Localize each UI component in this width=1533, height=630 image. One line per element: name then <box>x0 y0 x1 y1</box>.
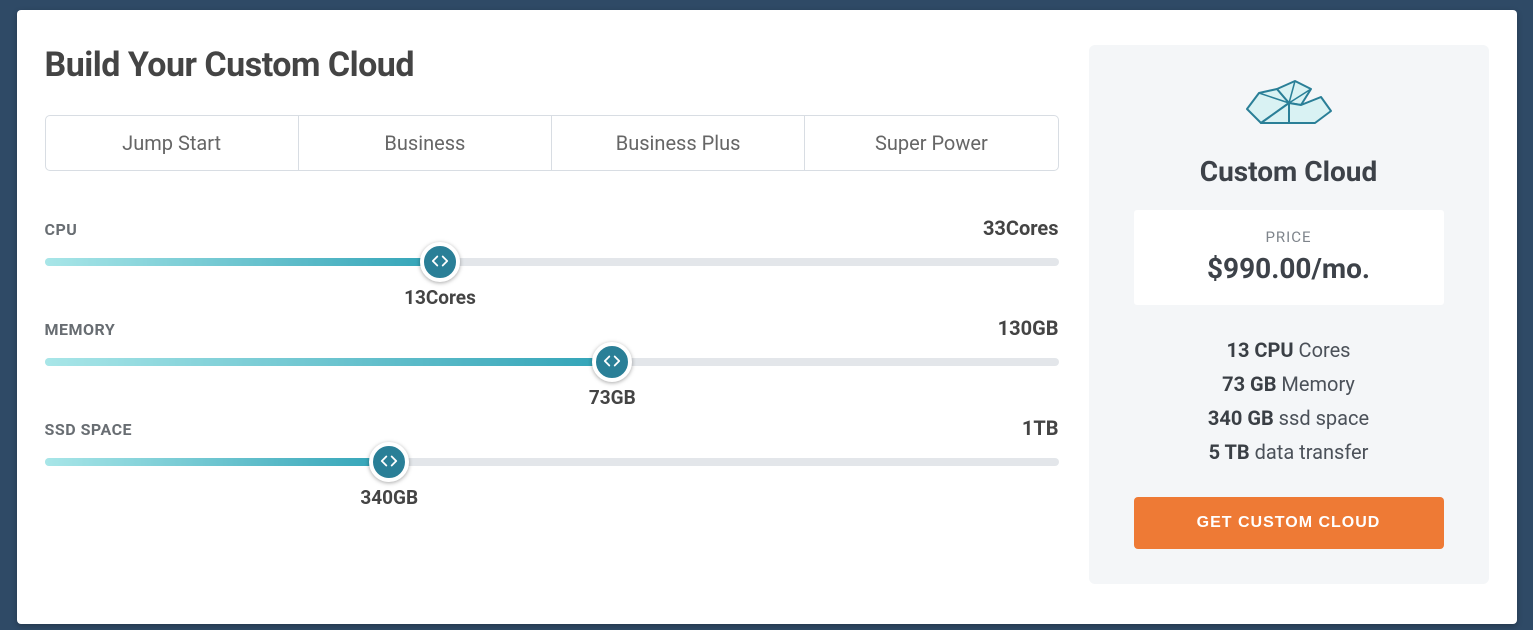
slider-ssd: SSD SPACE 1TB 340GB <box>45 416 1059 466</box>
slider-handle-icon <box>431 253 449 272</box>
price-label: PRICE <box>1144 228 1434 246</box>
slider-ssd-max: 1TB <box>1022 416 1059 440</box>
slider-cpu-fill <box>45 258 440 266</box>
slider-memory: MEMORY 130GB 73GB <box>45 316 1059 366</box>
tab-business[interactable]: Business <box>299 115 552 171</box>
slider-ssd-track[interactable] <box>45 458 1059 466</box>
get-custom-cloud-button[interactable]: GET CUSTOM CLOUD <box>1134 497 1444 549</box>
price-box: PRICE $990.00/mo. <box>1134 210 1444 305</box>
page-title: Build Your Custom Cloud <box>45 45 1059 85</box>
tab-super-power[interactable]: Super Power <box>805 115 1058 171</box>
tab-business-plus[interactable]: Business Plus <box>552 115 805 171</box>
summary-panel: Custom Cloud PRICE $990.00/mo. 13 CPU Co… <box>1089 45 1489 584</box>
slider-ssd-thumb[interactable] <box>369 442 409 482</box>
slider-cpu-label: CPU <box>45 220 78 239</box>
preset-tabs: Jump Start Business Business Plus Super … <box>45 115 1059 171</box>
slider-memory-track[interactable] <box>45 358 1059 366</box>
slider-ssd-value: 340GB <box>360 486 418 509</box>
spec-transfer: 5 TB data transfer <box>1208 435 1369 469</box>
slider-ssd-fill <box>45 458 390 466</box>
configurator-panel: Build Your Custom Cloud Jump Start Busin… <box>45 45 1059 584</box>
slider-cpu-max: 33Cores <box>983 216 1059 240</box>
slider-cpu-track[interactable] <box>45 258 1059 266</box>
spec-list: 13 CPU Cores 73 GB Memory 340 GB ssd spa… <box>1208 333 1369 469</box>
slider-handle-icon <box>380 453 398 472</box>
cloud-builder-card: Build Your Custom Cloud Jump Start Busin… <box>17 10 1517 624</box>
slider-cpu: CPU 33Cores 13Cores <box>45 216 1059 266</box>
sliders-group: CPU 33Cores 13Cores <box>45 216 1059 466</box>
spec-memory: 73 GB Memory <box>1208 367 1369 401</box>
slider-ssd-label: SSD SPACE <box>45 420 133 439</box>
spec-ssd: 340 GB ssd space <box>1208 401 1369 435</box>
slider-memory-label: MEMORY <box>45 320 116 339</box>
price-value: $990.00/mo. <box>1144 252 1434 285</box>
summary-title: Custom Cloud <box>1200 155 1378 188</box>
slider-handle-icon <box>603 353 621 372</box>
slider-memory-fill <box>45 358 613 366</box>
slider-cpu-thumb[interactable] <box>420 242 460 282</box>
slider-memory-thumb[interactable] <box>592 342 632 382</box>
slider-memory-max: 130GB <box>998 316 1059 340</box>
tab-jump-start[interactable]: Jump Start <box>45 115 299 171</box>
cloud-crystal-icon <box>1241 75 1337 133</box>
spec-cpu: 13 CPU Cores <box>1208 333 1369 367</box>
slider-cpu-value: 13Cores <box>404 286 476 309</box>
slider-memory-value: 73GB <box>589 386 636 409</box>
